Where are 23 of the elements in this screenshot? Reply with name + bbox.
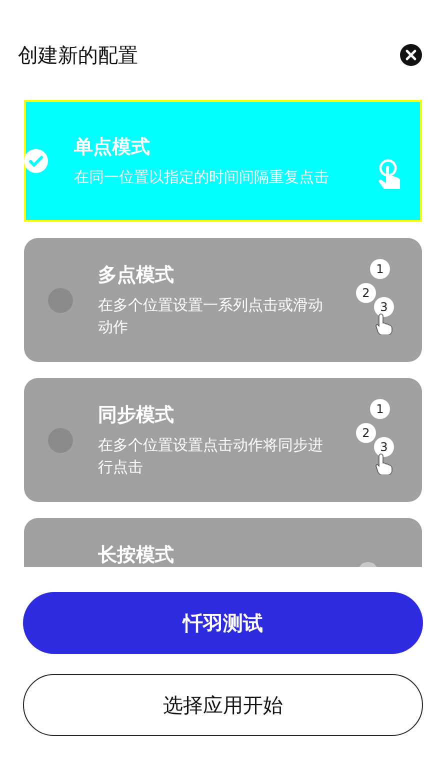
- step-badge: 2: [356, 423, 376, 443]
- step-badge: 3: [374, 437, 394, 457]
- mode-title: 长按模式: [98, 543, 175, 567]
- step-badge: 1: [370, 399, 390, 419]
- mode-description: 在多个位置设置一系列点击或滑动动作: [98, 295, 324, 338]
- tap-icon: [376, 159, 402, 191]
- step-badge: 2: [356, 283, 376, 303]
- mode-title: 单点模式: [74, 135, 151, 160]
- check-icon: [24, 149, 48, 173]
- step-badge: 3: [374, 297, 394, 317]
- step-badge: 1: [370, 259, 390, 279]
- mode-card[interactable]: 同步模式 在多个位置设置点击动作将同步进行点击 1 2 3: [24, 378, 422, 502]
- dialog-title: 创建新的配置: [18, 42, 138, 68]
- mode-title: 同步模式: [98, 403, 175, 428]
- test-button[interactable]: 忏羽测试: [23, 592, 423, 654]
- choose-app-button[interactable]: 选择应用开始: [23, 674, 423, 736]
- hand-icon: [375, 313, 393, 335]
- close-icon[interactable]: [400, 44, 422, 66]
- mode-description: 在同一位置以指定的时间间隔重复点击: [74, 167, 330, 188]
- hand-icon: [375, 453, 393, 475]
- mode-title: 多点模式: [98, 263, 175, 288]
- mode-description: 在多个位置设置点击动作将同步进行点击: [98, 435, 324, 478]
- mode-card[interactable]: 多点模式 在多个位置设置一系列点击或滑动动作 1 2 3: [24, 238, 422, 362]
